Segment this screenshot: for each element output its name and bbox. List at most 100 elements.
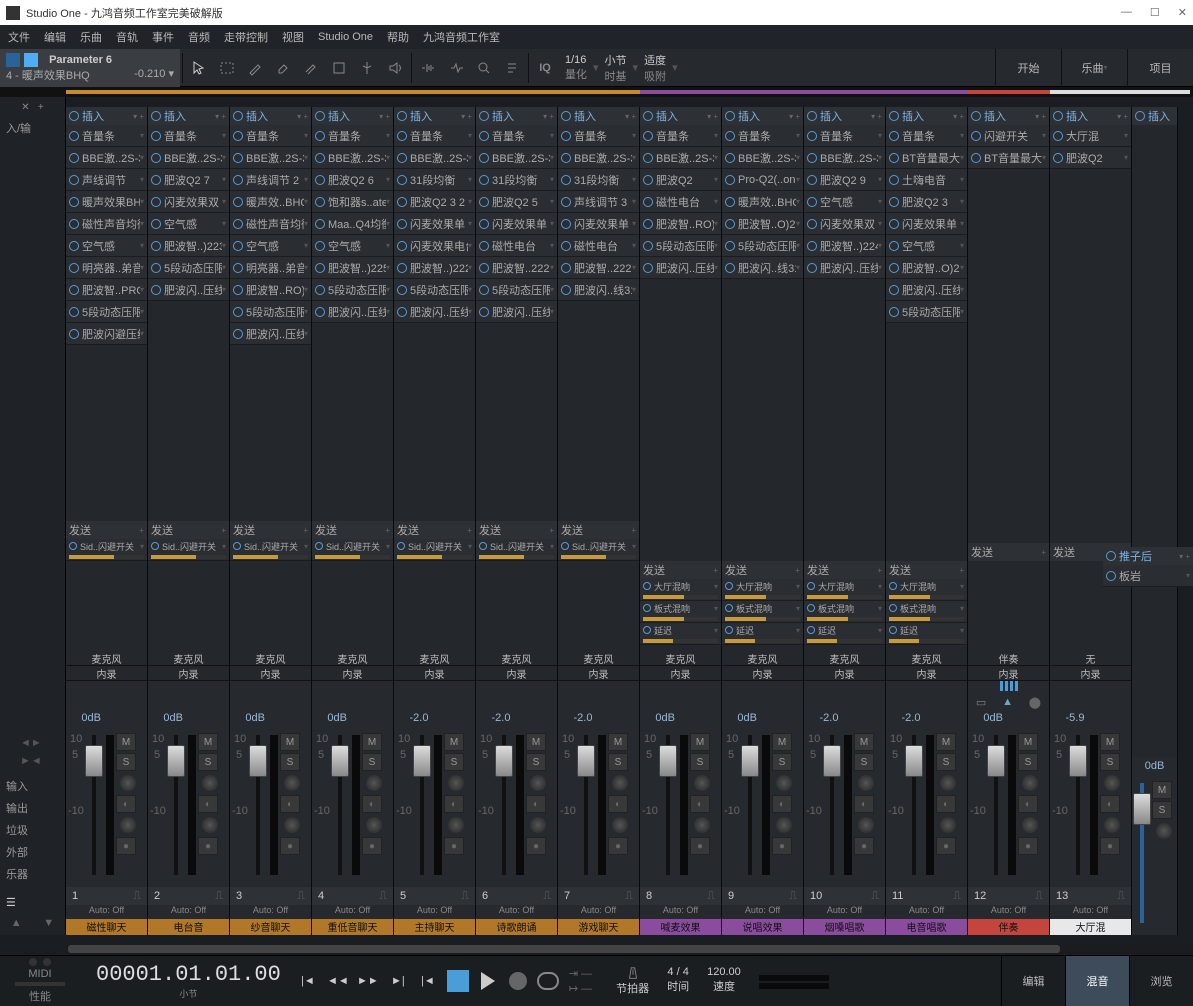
pan-knob[interactable] bbox=[120, 775, 136, 791]
maximize-button[interactable]: ☐ bbox=[1150, 6, 1160, 19]
insert-header[interactable]: 插入▾ + bbox=[968, 107, 1049, 125]
menu-音频[interactable]: 音频 bbox=[188, 29, 210, 45]
send-slot[interactable]: Sid..闪避开关▾ bbox=[558, 539, 639, 561]
view-编辑[interactable]: 编辑 bbox=[1001, 956, 1065, 1006]
insert-slot[interactable]: 音量条▾ bbox=[886, 125, 967, 147]
metronome-button[interactable]: 节拍器 bbox=[616, 966, 649, 996]
insert-slot[interactable]: 5段动态压限▾ bbox=[148, 257, 229, 279]
record-arm-button[interactable]: ● bbox=[362, 837, 382, 855]
nav-up-icon[interactable]: ▲ bbox=[11, 917, 22, 929]
send-slot[interactable]: Sid..闪避开关▾ bbox=[148, 539, 229, 561]
insert-slot[interactable]: 5段动态压限▾ bbox=[640, 235, 721, 257]
monitor-button[interactable]: ◐ bbox=[280, 795, 300, 813]
input-label[interactable]: 内录 bbox=[558, 666, 639, 681]
mute-button[interactable]: M bbox=[854, 733, 874, 751]
monitor-button[interactable]: ◐ bbox=[772, 795, 792, 813]
insert-slot[interactable]: 闪麦效果电台▾ bbox=[394, 235, 475, 257]
fader-knob[interactable] bbox=[741, 745, 759, 777]
insert-header[interactable]: 插入▾ + bbox=[148, 107, 229, 125]
insert-slot[interactable]: 音量条▾ bbox=[722, 125, 803, 147]
insert-slot[interactable]: 空气感▾ bbox=[230, 235, 311, 257]
automation-mode[interactable]: Auto: Off bbox=[476, 905, 557, 919]
insert-slot[interactable]: BBE激..2S-3▾ bbox=[148, 147, 229, 169]
insert-slot[interactable]: 肥波Q2 7▾ bbox=[148, 169, 229, 191]
forward-icon[interactable]: ►► bbox=[357, 970, 379, 992]
insert-slot[interactable]: 肥波闪..压线33▾ bbox=[148, 279, 229, 301]
send-header[interactable]: 发送+ bbox=[640, 561, 721, 579]
insert-slot[interactable]: 空气感▾ bbox=[886, 235, 967, 257]
insert-slot[interactable]: 音量条▾ bbox=[66, 125, 147, 147]
insert-slot[interactable]: 空气感▾ bbox=[804, 191, 885, 213]
insert-slot[interactable]: BBE激..2S-3▾ bbox=[476, 147, 557, 169]
marker-timeline[interactable] bbox=[0, 87, 1193, 97]
route-label[interactable]: 麦克风 bbox=[558, 651, 639, 666]
solo-button[interactable]: S bbox=[526, 753, 546, 771]
insert-slot[interactable]: 音量条▾ bbox=[476, 125, 557, 147]
solo-button[interactable]: S bbox=[608, 753, 628, 771]
menu-Studio One[interactable]: Studio One bbox=[318, 31, 373, 43]
pan-knob[interactable] bbox=[284, 775, 300, 791]
channel-name[interactable]: 游戏聊天 bbox=[558, 919, 639, 935]
route-label[interactable]: 麦克风 bbox=[476, 651, 557, 666]
insert-slot[interactable]: 闪麦效果双▾ bbox=[804, 213, 885, 235]
mute-button[interactable]: M bbox=[1018, 733, 1038, 751]
gain-knob[interactable] bbox=[858, 817, 874, 833]
insert-slot[interactable]: 暖声效..BHQ2▾ bbox=[230, 191, 311, 213]
send-slot[interactable]: 延迟▾ bbox=[640, 623, 721, 645]
gain-knob[interactable] bbox=[202, 817, 218, 833]
channel-name[interactable]: 电音唱歌 bbox=[886, 919, 967, 935]
channel-name[interactable]: 喊麦效果 bbox=[640, 919, 721, 935]
insert-slot[interactable]: 肥波智..)225▾ bbox=[312, 257, 393, 279]
send-slot[interactable]: Sid..闪避开关▾ bbox=[312, 539, 393, 561]
monitor-button[interactable]: ◐ bbox=[362, 795, 382, 813]
action-tool-icon[interactable] bbox=[498, 54, 526, 82]
mute-button[interactable]: M bbox=[362, 733, 382, 751]
insert-slot[interactable]: 肥波智..PRO)▾ bbox=[66, 279, 147, 301]
db-value[interactable]: -5.9 bbox=[1066, 712, 1085, 724]
input-label[interactable]: 内录 bbox=[394, 666, 475, 681]
record-arm-button[interactable]: ● bbox=[936, 837, 956, 855]
fader-knob[interactable] bbox=[413, 745, 431, 777]
loop-button[interactable] bbox=[537, 972, 559, 990]
insert-slot[interactable]: 肥波闪..压线36▾ bbox=[312, 301, 393, 323]
input-label[interactable]: 内录 bbox=[804, 666, 885, 681]
insert-slot[interactable]: 肥波智..O)22▾ bbox=[886, 257, 967, 279]
insert-slot[interactable]: BBE激..2S-3▾ bbox=[394, 147, 475, 169]
db-value[interactable]: -2.0 bbox=[902, 712, 921, 724]
route-label[interactable]: 麦克风 bbox=[148, 651, 229, 666]
fader-knob[interactable] bbox=[1069, 745, 1087, 777]
insert-slot[interactable]: 肥波闪..压线36▾ bbox=[230, 323, 311, 345]
channel-name[interactable]: 磁性聊天 bbox=[66, 919, 147, 935]
insert-slot[interactable]: 音量条▾ bbox=[394, 125, 475, 147]
menu-编辑[interactable]: 编辑 bbox=[44, 29, 66, 45]
preroll-icon[interactable]: ↦ — bbox=[569, 982, 592, 995]
send-header[interactable]: 发送+ bbox=[148, 521, 229, 539]
sidebar-输出[interactable]: 输出 bbox=[0, 797, 65, 819]
gain-knob[interactable] bbox=[1022, 817, 1038, 833]
insert-slot[interactable]: 暖声效果BHQ▾ bbox=[66, 191, 147, 213]
fader-knob[interactable] bbox=[905, 745, 923, 777]
pan-knob[interactable] bbox=[694, 775, 710, 791]
insert-slot[interactable]: 声线调节 3▾ bbox=[558, 191, 639, 213]
insert-slot[interactable]: 磁性电台▾ bbox=[558, 235, 639, 257]
sidebar-外部[interactable]: 外部 bbox=[0, 841, 65, 863]
insert-slot[interactable]: BBE激..2S-3▾ bbox=[230, 147, 311, 169]
solo-button[interactable]: S bbox=[198, 753, 218, 771]
close-button[interactable]: ✕ bbox=[1178, 6, 1187, 19]
solo-button[interactable]: S bbox=[444, 753, 464, 771]
gain-knob[interactable] bbox=[940, 817, 956, 833]
send-slot[interactable]: Sid..闪避开关▾ bbox=[476, 539, 557, 561]
automation-mode[interactable]: Auto: Off bbox=[148, 905, 229, 919]
insert-slot[interactable]: 肥波Q2 3 2▾ bbox=[394, 191, 475, 213]
pan-knob[interactable] bbox=[612, 775, 628, 791]
insert-slot[interactable]: 肥波Q2▾ bbox=[1050, 147, 1131, 169]
db-value[interactable]: 0dB bbox=[163, 712, 183, 724]
send-slot[interactable]: 延迟▾ bbox=[722, 623, 803, 645]
fader-knob[interactable] bbox=[495, 745, 513, 777]
rewind-icon[interactable]: ◄◄ bbox=[327, 970, 349, 992]
record-arm-button[interactable]: ● bbox=[444, 837, 464, 855]
sidebar-close-icon[interactable]: ✕ + bbox=[0, 97, 65, 117]
route-label[interactable]: 麦克风 bbox=[804, 651, 885, 666]
channel-type-icon[interactable]: ⎍ bbox=[625, 890, 633, 903]
insert-slot[interactable]: 肥波智..2222▾ bbox=[476, 257, 557, 279]
